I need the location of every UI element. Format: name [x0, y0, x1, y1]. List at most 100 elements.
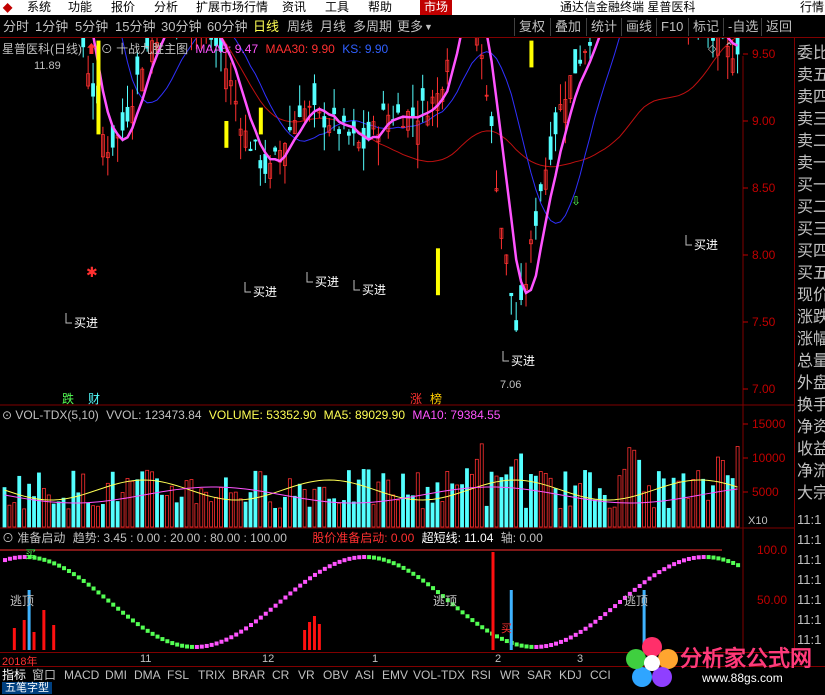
diamond-icon[interactable]: ◇	[708, 42, 716, 55]
back-button[interactable]: 返回	[761, 18, 796, 36]
tab-fsl[interactable]: FSL	[167, 668, 189, 682]
settings-circle-icon[interactable]: ⊙	[101, 42, 113, 56]
tab-vr[interactable]: VR	[298, 668, 315, 682]
tab-brar[interactable]: BRAR	[232, 668, 265, 682]
tab-period-monthly[interactable]: 月线	[320, 19, 346, 35]
app-logo-icon: ◆	[3, 0, 13, 14]
tab-asi[interactable]: ASI	[355, 668, 374, 682]
tab-trix[interactable]: TRIX	[198, 668, 225, 682]
indicator-step	[372, 555, 376, 560]
menu-item-quote[interactable]: 报价	[111, 0, 135, 15]
settings-circle-icon[interactable]: ⊙	[2, 531, 14, 545]
tab-kdj[interactable]: KDJ	[559, 668, 582, 682]
indicator-step	[17, 555, 22, 560]
indicator-step	[121, 610, 126, 615]
overlay-button[interactable]: 叠加	[550, 18, 585, 36]
tab-cr[interactable]: CR	[272, 668, 289, 682]
tab-window[interactable]: 窗口	[32, 668, 56, 682]
volume-bar	[406, 494, 410, 528]
tab-dmi[interactable]: DMI	[105, 668, 127, 682]
menu-item-help[interactable]: 帮助	[368, 0, 392, 15]
tab-sar[interactable]: SAR	[527, 668, 552, 682]
market-button[interactable]: 市场	[420, 0, 453, 15]
tab-macd[interactable]: MACD	[64, 668, 99, 682]
event-chip-list[interactable]: 榜	[430, 390, 442, 407]
collapse-icon[interactable]: ⌃	[724, 40, 734, 54]
indicator-step	[701, 555, 706, 560]
event-chip-drop[interactable]: 跌	[62, 390, 74, 407]
tab-period-multi[interactable]: 多周期	[353, 19, 392, 35]
kline-chart-area[interactable]: 11.5011.0010.5010.009.509.008.508.007.50…	[0, 38, 794, 666]
tab-period-daily[interactable]: 日线	[253, 19, 279, 35]
tab-period-more[interactable]: 更多	[397, 19, 423, 35]
volume-bar	[66, 508, 71, 528]
tab-wr[interactable]: WR	[500, 668, 520, 682]
volume-bar	[509, 466, 514, 528]
add-watchlist-button[interactable]: -自选	[723, 18, 762, 36]
settings-circle-icon[interactable]: ⊙	[2, 408, 12, 422]
indicator-step	[204, 643, 209, 648]
menu-item-tools[interactable]: 工具	[325, 0, 349, 15]
trend-values: 趋势: 3.45 : 0.00 : 20.00 : 80.00 : 100.00	[72, 531, 287, 545]
indicator-step	[475, 621, 480, 626]
indicator-step	[91, 586, 96, 591]
tab-obv[interactable]: OBV	[323, 668, 348, 682]
statistics-button[interactable]: 统计	[586, 18, 621, 36]
indicator-step	[544, 644, 549, 649]
mark-button[interactable]: 标记	[688, 18, 723, 36]
indicator-step	[52, 561, 57, 566]
event-chip-finance[interactable]: 财	[88, 390, 100, 407]
tab-indicator[interactable]: 指标	[2, 668, 26, 682]
tab-period-5min[interactable]: 5分钟	[75, 19, 108, 35]
indicator-name[interactable]: 十战九胜主图	[116, 42, 188, 56]
menu-item-function[interactable]: 功能	[68, 0, 92, 15]
menu-item-ext-market[interactable]: 扩展市场行情	[196, 0, 268, 15]
draw-line-button[interactable]: 画线	[621, 18, 656, 36]
tab-period-timeshare[interactable]: 分时	[3, 19, 29, 35]
restore-rights-button[interactable]: 复权	[514, 18, 549, 36]
indicator-step	[554, 641, 559, 646]
event-chip-rise[interactable]: 涨	[410, 390, 422, 407]
quote-change-pct: 涨幅	[797, 331, 825, 348]
menu-item-system[interactable]: 系统	[27, 0, 51, 15]
volume-bar	[706, 499, 710, 528]
indicator-step	[367, 555, 372, 560]
tab-period-60min[interactable]: 60分钟	[207, 19, 247, 35]
volume-bar	[686, 498, 691, 528]
volume-bar	[578, 483, 583, 528]
tab-vol-tdx[interactable]: VOL-TDX	[413, 668, 465, 682]
tab-period-1min[interactable]: 1分钟	[35, 19, 68, 35]
indicator-step	[234, 632, 239, 637]
tab-cci[interactable]: CCI	[590, 668, 611, 682]
f10-button[interactable]: F10	[656, 18, 687, 36]
tab-period-15min[interactable]: 15分钟	[115, 19, 155, 35]
volume-bar	[563, 471, 568, 528]
tab-period-weekly[interactable]: 周线	[287, 19, 313, 35]
up-arrow-signal: ⇩	[571, 194, 581, 208]
tab-period-30min[interactable]: 30分钟	[161, 19, 201, 35]
tab-rsi[interactable]: RSI	[471, 668, 491, 682]
tab-dma[interactable]: DMA	[134, 668, 161, 682]
volume-bar	[376, 481, 381, 528]
indicator-step	[81, 578, 86, 583]
indicator-step	[411, 571, 416, 576]
volume-bar	[155, 478, 159, 528]
menu-item-quote-right[interactable]: 行情	[800, 0, 824, 15]
tab-emv[interactable]: EMV	[382, 668, 408, 682]
volume-bar	[711, 485, 715, 528]
volume-indicator-name[interactable]: VOL-TDX(5,10)	[15, 408, 98, 422]
candle-body	[322, 116, 327, 128]
volume-bar	[51, 503, 56, 528]
indicator-step	[126, 614, 130, 619]
menu-item-analysis[interactable]: 分析	[154, 0, 178, 15]
candle-body	[381, 103, 386, 110]
indicator-step	[189, 644, 194, 649]
indicator-panel-name[interactable]: 准备启动	[17, 531, 65, 545]
indicator-step	[588, 623, 593, 628]
indicator-step	[3, 558, 7, 563]
indicator-step	[111, 602, 116, 607]
volume-bar	[371, 503, 376, 528]
more-dropdown-icon[interactable]: ▼	[424, 19, 433, 35]
volume-bar	[548, 477, 553, 528]
menu-item-news[interactable]: 资讯	[282, 0, 306, 15]
